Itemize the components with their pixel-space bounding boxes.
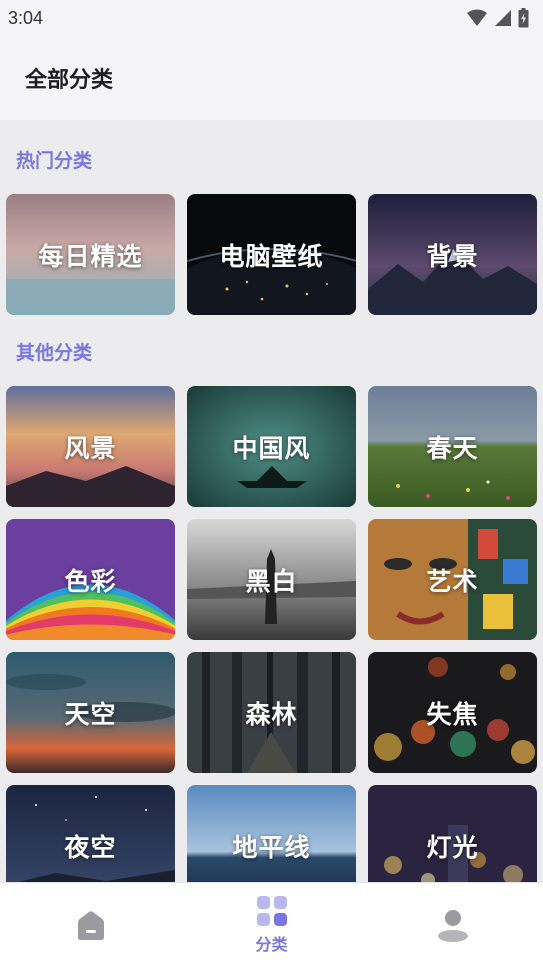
category-tile-daily-picks[interactable]: 每日精选 <box>6 194 175 315</box>
tile-label: 夜空 <box>64 832 117 862</box>
tile-label: 每日精选 <box>38 241 143 271</box>
app-header: 全部分类 <box>0 36 543 120</box>
category-tile-colors[interactable]: 色彩 <box>6 519 175 640</box>
category-content[interactable]: 热门分类 每日精选 电脑壁纸 背景 其他分类 风景 中国风 春天 色彩 黑白 艺… <box>0 120 543 882</box>
tile-label: 背景 <box>426 241 479 271</box>
category-tile-night-sky[interactable]: 夜空 <box>6 785 175 882</box>
tile-label: 灯光 <box>426 832 479 862</box>
status-time: 3:04 <box>8 7 44 28</box>
tile-label: 失焦 <box>426 699 479 729</box>
page-title: 全部分类 <box>25 68 114 93</box>
category-tile-art[interactable]: 艺术 <box>368 519 537 640</box>
signal-icon <box>495 10 511 26</box>
user-icon <box>437 910 468 942</box>
section-title-hot: 热门分类 <box>16 150 93 172</box>
category-tile-bokeh[interactable]: 失焦 <box>368 652 537 773</box>
category-tile-spring[interactable]: 春天 <box>368 386 537 507</box>
category-tile-desktop-wallpaper[interactable]: 电脑壁纸 <box>187 194 356 315</box>
nav-item-profile[interactable] <box>393 883 513 967</box>
nav-label-categories: 分类 <box>255 935 288 954</box>
category-tile-sky[interactable]: 天空 <box>6 652 175 773</box>
tile-label: 黑白 <box>245 566 298 596</box>
nav-item-categories[interactable]: 分类 <box>212 883 332 967</box>
tile-label: 地平线 <box>232 832 311 862</box>
hot-category-grid: 每日精选 电脑壁纸 背景 <box>6 194 537 315</box>
other-category-grid: 风景 中国风 春天 色彩 黑白 艺术 天空 森林 失焦 夜空 地平线 灯光 <box>6 386 537 882</box>
tile-label: 艺术 <box>426 566 479 596</box>
category-tile-background[interactable]: 背景 <box>368 194 537 315</box>
tile-label: 春天 <box>426 433 479 463</box>
category-tile-horizon[interactable]: 地平线 <box>187 785 356 882</box>
home-icon <box>77 911 104 940</box>
category-tile-lights[interactable]: 灯光 <box>368 785 537 882</box>
category-tile-scenery[interactable]: 风景 <box>6 386 175 507</box>
tile-label: 中国风 <box>232 433 311 463</box>
tile-label: 电脑壁纸 <box>219 241 324 271</box>
tile-label: 天空 <box>64 699 117 729</box>
category-tile-black-white[interactable]: 黑白 <box>187 519 356 640</box>
category-tile-chinese-style[interactable]: 中国风 <box>187 386 356 507</box>
nav-item-home[interactable] <box>31 883 151 967</box>
status-icons <box>466 8 529 28</box>
wifi-icon <box>467 9 487 26</box>
section-title-other: 其他分类 <box>16 342 93 364</box>
tile-label: 色彩 <box>64 566 117 596</box>
bottom-nav: 分类 <box>0 882 543 967</box>
grid-icon <box>256 896 287 926</box>
battery-icon <box>518 8 529 28</box>
category-tile-forest[interactable]: 森林 <box>187 652 356 773</box>
status-bar: 3:04 <box>0 0 543 36</box>
tile-label: 森林 <box>245 699 298 729</box>
tile-label: 风景 <box>64 433 117 463</box>
